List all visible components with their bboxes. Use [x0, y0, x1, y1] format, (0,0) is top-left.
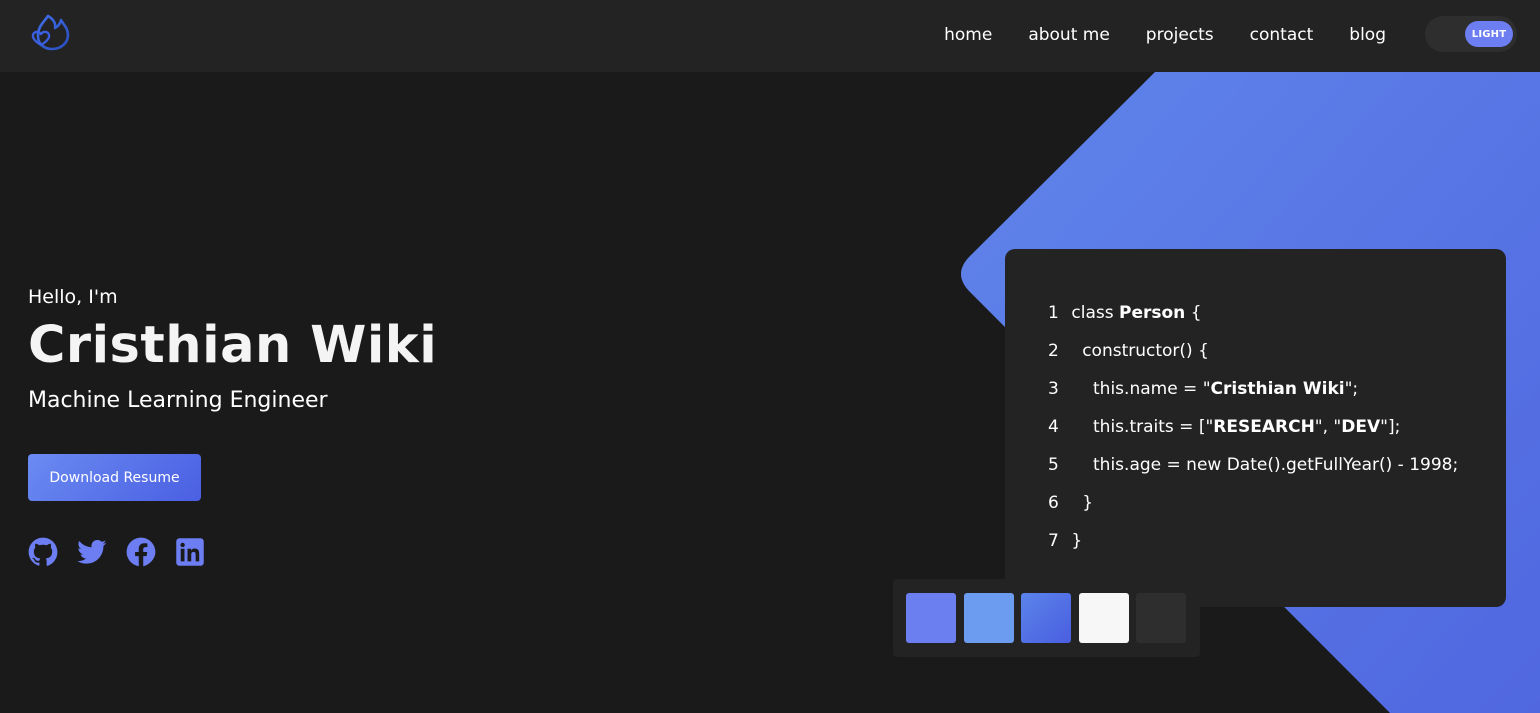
theme-toggle[interactable]: LIGHT — [1425, 16, 1517, 52]
color-palette — [893, 579, 1200, 657]
nav-links: home about me projects contact blog — [944, 23, 1386, 47]
code-highlight: DEV — [1341, 417, 1381, 437]
code-line-number: 4 — [1048, 417, 1059, 437]
hero-role: Machine Learning Engineer — [28, 388, 328, 413]
hero-greeting: Hello, I'm — [28, 286, 118, 308]
nav-link-blog[interactable]: blog — [1349, 23, 1386, 47]
hero: Hello, I'm Cristhian Wiki Machine Learni… — [28, 284, 628, 567]
code-line-number: 1 — [1048, 303, 1059, 323]
facebook-icon[interactable] — [126, 537, 156, 567]
code-text: } — [1071, 531, 1083, 551]
page: home about me projects contact blog LIGH… — [0, 0, 1540, 713]
code-highlight: RESEARCH — [1213, 417, 1315, 437]
nav-link-home[interactable]: home — [944, 23, 992, 47]
code-text: class — [1071, 303, 1120, 323]
color-swatch[interactable] — [1136, 593, 1186, 643]
linkedin-icon[interactable] — [175, 537, 205, 567]
hero-name: Cristhian Wiki — [28, 316, 438, 375]
code-text: { — [1185, 303, 1202, 323]
code-line: 6 } — [1048, 491, 1093, 515]
logo-flame-heart-icon[interactable] — [28, 12, 74, 52]
nav-link-projects[interactable]: projects — [1146, 23, 1214, 47]
code-line-number: 5 — [1048, 455, 1059, 475]
code-text: "]; — [1380, 417, 1401, 437]
code-text: this.traits = [" — [1071, 417, 1214, 437]
code-line-number: 7 — [1048, 531, 1059, 551]
code-line: 2 constructor() { — [1048, 339, 1209, 363]
social-links — [28, 537, 224, 567]
navbar: home about me projects contact blog LIGH… — [0, 0, 1540, 72]
nav-link-about-me[interactable]: about me — [1028, 23, 1109, 47]
code-line: 4 this.traits = ["RESEARCH", "DEV"]; — [1048, 415, 1400, 439]
code-line: 7 } — [1048, 529, 1082, 553]
code-text: constructor() { — [1071, 341, 1209, 361]
code-text: ", " — [1314, 417, 1342, 437]
twitter-icon[interactable] — [77, 537, 107, 567]
code-text: this.age = new Date().getFullYear() - 19… — [1071, 455, 1459, 475]
code-highlight: Person — [1119, 303, 1186, 323]
download-resume-button[interactable]: Download Resume — [28, 454, 201, 501]
github-icon[interactable] — [28, 537, 58, 567]
color-swatch[interactable] — [906, 593, 956, 643]
code-line-number: 3 — [1048, 379, 1059, 399]
code-line-number: 6 — [1048, 493, 1059, 513]
color-swatch[interactable] — [1079, 593, 1129, 643]
nav-link-contact[interactable]: contact — [1250, 23, 1314, 47]
code-line-number: 2 — [1048, 341, 1059, 361]
code-line: 5 this.age = new Date().getFullYear() - … — [1048, 453, 1458, 477]
color-swatch[interactable] — [1021, 593, 1071, 643]
code-text: } — [1071, 493, 1094, 513]
code-line: 3 this.name = "Cristhian Wiki"; — [1048, 377, 1358, 401]
code-card: 1 class Person {2 constructor() {3 this.… — [1005, 249, 1506, 607]
theme-toggle-label: LIGHT — [1465, 21, 1513, 47]
code-text: this.name = " — [1071, 379, 1211, 399]
code-text: "; — [1344, 379, 1359, 399]
code-highlight: Cristhian Wiki — [1210, 379, 1345, 399]
color-swatch[interactable] — [964, 593, 1014, 643]
code-line: 1 class Person { — [1048, 301, 1202, 325]
